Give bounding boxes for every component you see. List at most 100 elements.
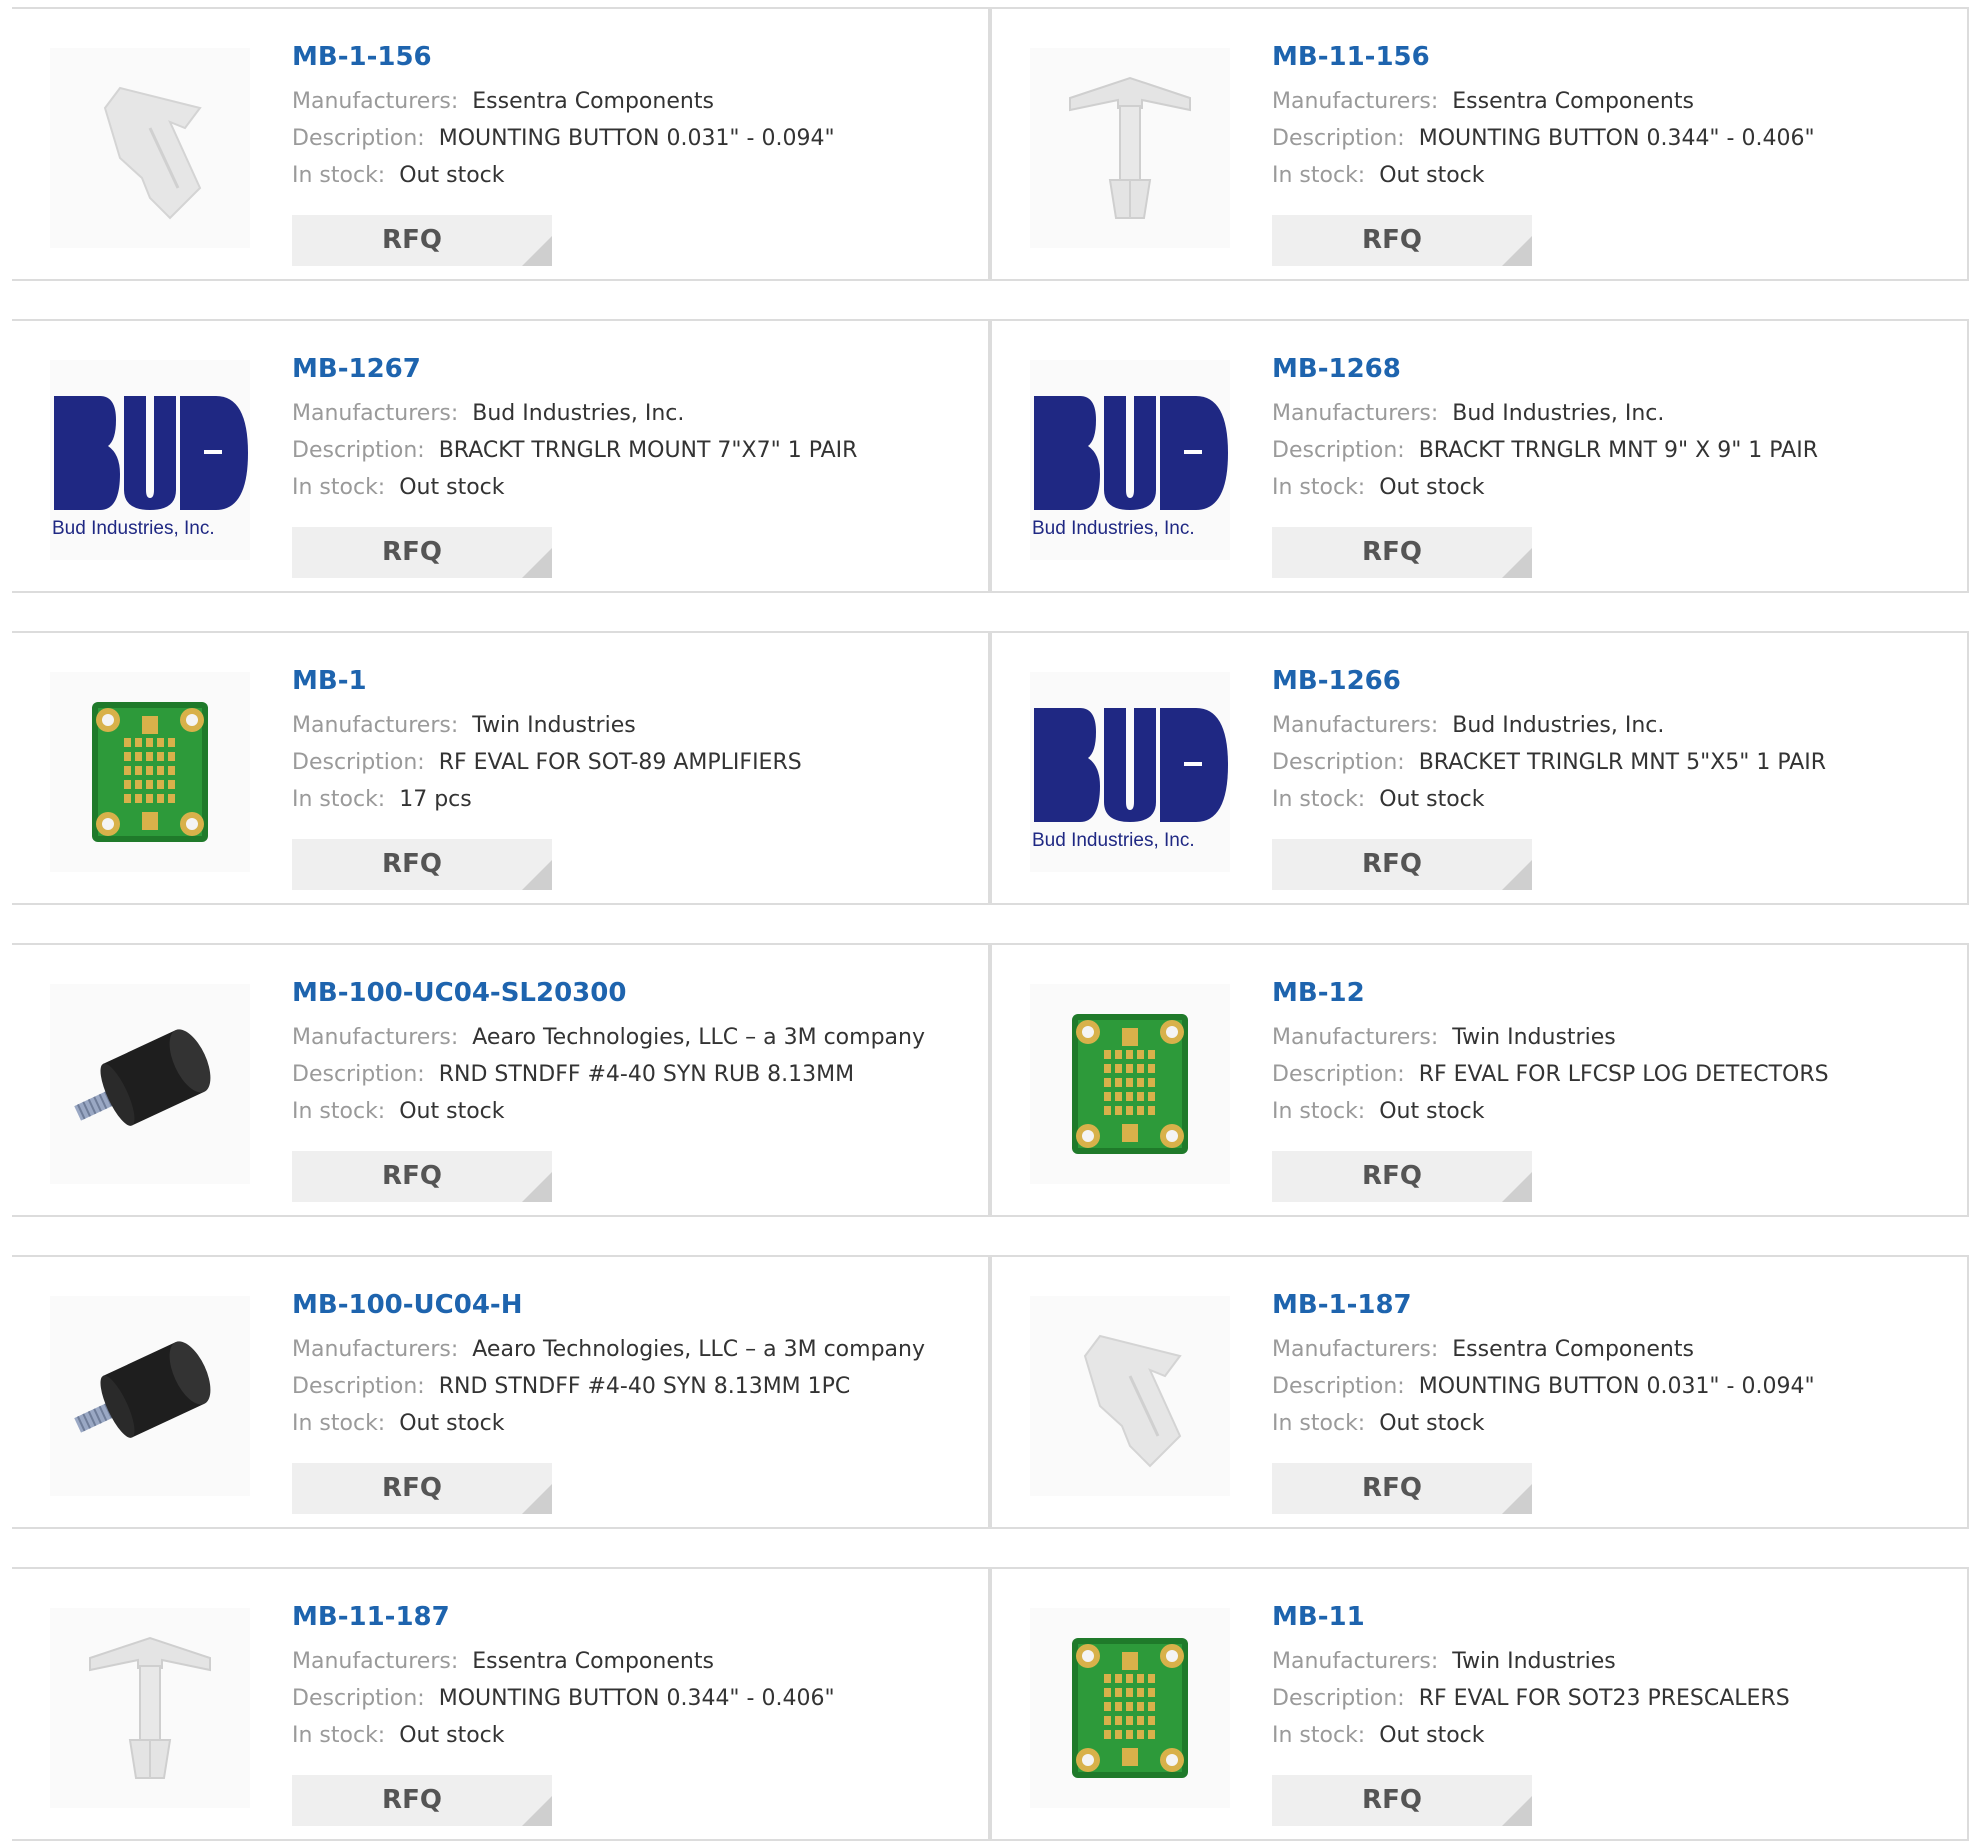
stock-row: In stock: Out stock bbox=[1272, 781, 1957, 818]
part-number-link[interactable]: MB-1268 bbox=[1272, 351, 1957, 387]
product-image[interactable] bbox=[50, 984, 250, 1184]
rfq-button[interactable]: RFQ bbox=[1272, 839, 1532, 890]
manufacturer-value: Bud Industries, Inc. bbox=[472, 401, 685, 426]
stock-label: In stock: bbox=[292, 787, 386, 812]
rfq-button[interactable]: RFQ bbox=[292, 1151, 552, 1202]
part-number-link[interactable]: MB-1-156 bbox=[292, 39, 978, 75]
corner-triangle bbox=[522, 860, 552, 890]
part-number-link[interactable]: MB-1267 bbox=[292, 351, 978, 387]
corner-triangle bbox=[522, 1484, 552, 1514]
product-info: MB-1-156 Manufacturers: Essentra Componen… bbox=[292, 39, 978, 266]
part-number-link[interactable]: MB-1 bbox=[292, 663, 978, 699]
product-card: MB-100-UC04-SL20300 Manufacturers: Aearo … bbox=[12, 943, 990, 1217]
manufacturer-row: Manufacturers: Twin Industries bbox=[1272, 1019, 1957, 1056]
rfq-button[interactable]: RFQ bbox=[1272, 527, 1532, 578]
product-image[interactable]: Bud Industries, Inc. bbox=[1030, 360, 1230, 560]
stock-label: In stock: bbox=[1272, 163, 1366, 188]
manufacturer-row: Manufacturers: Essentra Components bbox=[1272, 1331, 1957, 1368]
stock-label: In stock: bbox=[292, 163, 386, 188]
part-number-link[interactable]: MB-100-UC04-H bbox=[292, 1287, 978, 1323]
description-row: Description: MOUNTING BUTTON 0.344" - 0.4… bbox=[292, 1680, 978, 1717]
product-info: MB-12 Manufacturers: Twin Industries Desc… bbox=[1272, 975, 1957, 1202]
product-image[interactable] bbox=[1030, 984, 1230, 1184]
manufacturer-row: Manufacturers: Bud Industries, Inc. bbox=[1272, 395, 1957, 432]
stock-value: Out stock bbox=[1379, 475, 1485, 500]
stock-value: Out stock bbox=[399, 1099, 505, 1124]
product-card: MB-1-156 Manufacturers: Essentra Componen… bbox=[12, 7, 990, 281]
stock-row: In stock: Out stock bbox=[292, 469, 978, 506]
description-value: RND STNDFF #4-40 SYN 8.13MM 1PC bbox=[438, 1374, 851, 1399]
product-image[interactable] bbox=[1030, 48, 1230, 248]
product-image[interactable] bbox=[50, 48, 250, 248]
stock-row: In stock: Out stock bbox=[1272, 1717, 1957, 1754]
manufacturer-label: Manufacturers: bbox=[1272, 1649, 1439, 1674]
clip-icon bbox=[1083, 1334, 1182, 1468]
bud-logo-caption: Bud Industries, Inc. bbox=[1032, 518, 1195, 539]
product-card: Bud Industries, Inc. MB-1268 Manufacture… bbox=[990, 319, 1969, 593]
description-value: MOUNTING BUTTON 0.344" - 0.406" bbox=[438, 1686, 835, 1711]
part-number-link[interactable]: MB-12 bbox=[1272, 975, 1957, 1011]
part-number-link[interactable]: MB-11-187 bbox=[292, 1599, 978, 1635]
corner-triangle bbox=[522, 236, 552, 266]
manufacturer-value: Twin Industries bbox=[1452, 1649, 1616, 1674]
product-info: MB-11 Manufacturers: Twin Industries Desc… bbox=[1272, 1599, 1957, 1826]
stock-value: Out stock bbox=[1379, 1099, 1485, 1124]
rfq-button[interactable]: RFQ bbox=[292, 1463, 552, 1514]
corner-triangle bbox=[1502, 1796, 1532, 1826]
part-number-link[interactable]: MB-100-UC04-SL20300 bbox=[292, 975, 978, 1011]
part-number-link[interactable]: MB-11 bbox=[1272, 1599, 1957, 1635]
description-label: Description: bbox=[1272, 1374, 1405, 1399]
pcb-icon bbox=[1072, 1638, 1188, 1778]
bud-logo-caption: Bud Industries, Inc. bbox=[52, 518, 215, 539]
rfq-label: RFQ bbox=[382, 1473, 442, 1503]
product-image[interactable] bbox=[50, 672, 250, 872]
product-image[interactable] bbox=[1030, 1296, 1230, 1496]
rfq-label: RFQ bbox=[1362, 1785, 1422, 1815]
description-value: BRACKT TRNGLR MNT 9" X 9" 1 PAIR bbox=[1418, 438, 1818, 463]
product-card: MB-12 Manufacturers: Twin Industries Desc… bbox=[990, 943, 1969, 1217]
corner-triangle bbox=[1502, 1484, 1532, 1514]
rfq-button[interactable]: RFQ bbox=[1272, 1151, 1532, 1202]
stock-row: In stock: Out stock bbox=[1272, 469, 1957, 506]
stock-label: In stock: bbox=[1272, 1723, 1366, 1748]
stock-row: In stock: Out stock bbox=[292, 1093, 978, 1130]
product-image[interactable] bbox=[50, 1608, 250, 1808]
part-number-link[interactable]: MB-1266 bbox=[1272, 663, 1957, 699]
rfq-button[interactable]: RFQ bbox=[292, 1775, 552, 1826]
product-card: MB-100-UC04-H Manufacturers: Aearo Techno… bbox=[12, 1255, 990, 1529]
rfq-button[interactable]: RFQ bbox=[1272, 215, 1532, 266]
product-image[interactable] bbox=[50, 1296, 250, 1496]
manufacturer-label: Manufacturers: bbox=[292, 89, 459, 114]
manufacturer-row: Manufacturers: Bud Industries, Inc. bbox=[1272, 707, 1957, 744]
product-info: MB-100-UC04-SL20300 Manufacturers: Aearo … bbox=[292, 975, 978, 1202]
rfq-button[interactable]: RFQ bbox=[292, 215, 552, 266]
manufacturer-row: Manufacturers: Aearo Technologies, LLC – … bbox=[292, 1019, 978, 1056]
rfq-button[interactable]: RFQ bbox=[292, 839, 552, 890]
part-number-link[interactable]: MB-11-156 bbox=[1272, 39, 1957, 75]
manufacturer-value: Essentra Components bbox=[1452, 1337, 1694, 1362]
standoff-icon bbox=[89, 1636, 211, 1779]
description-row: Description: MOUNTING BUTTON 0.031" - 0.0… bbox=[1272, 1368, 1957, 1405]
rfq-button[interactable]: RFQ bbox=[292, 527, 552, 578]
description-row: Description: MOUNTING BUTTON 0.031" - 0.0… bbox=[292, 120, 978, 157]
rfq-button[interactable]: RFQ bbox=[1272, 1463, 1532, 1514]
manufacturer-label: Manufacturers: bbox=[1272, 89, 1439, 114]
product-image[interactable]: Bud Industries, Inc. bbox=[1030, 672, 1230, 872]
product-card: MB-11 Manufacturers: Twin Industries Desc… bbox=[990, 1567, 1969, 1841]
product-image[interactable] bbox=[1030, 1608, 1230, 1808]
description-row: Description: RF EVAL FOR LFCSP LOG DETECT… bbox=[1272, 1056, 1957, 1093]
description-row: Description: BRACKT TRNGLR MNT 9" X 9" 1 … bbox=[1272, 432, 1957, 469]
product-image[interactable]: Bud Industries, Inc. bbox=[50, 360, 250, 560]
manufacturer-row: Manufacturers: Essentra Components bbox=[292, 83, 978, 120]
rfq-button[interactable]: RFQ bbox=[1272, 1775, 1532, 1826]
description-value: RF EVAL FOR SOT23 PRESCALERS bbox=[1418, 1686, 1790, 1711]
manufacturer-value: Twin Industries bbox=[1452, 1025, 1616, 1050]
stock-value: Out stock bbox=[1379, 1723, 1485, 1748]
description-row: Description: RF EVAL FOR SOT23 PRESCALERS bbox=[1272, 1680, 1957, 1717]
part-number-link[interactable]: MB-1-187 bbox=[1272, 1287, 1957, 1323]
manufacturer-label: Manufacturers: bbox=[1272, 401, 1439, 426]
corner-triangle bbox=[522, 1796, 552, 1826]
manufacturer-row: Manufacturers: Twin Industries bbox=[1272, 1643, 1957, 1680]
rfq-label: RFQ bbox=[382, 849, 442, 879]
manufacturer-value: Essentra Components bbox=[472, 89, 714, 114]
